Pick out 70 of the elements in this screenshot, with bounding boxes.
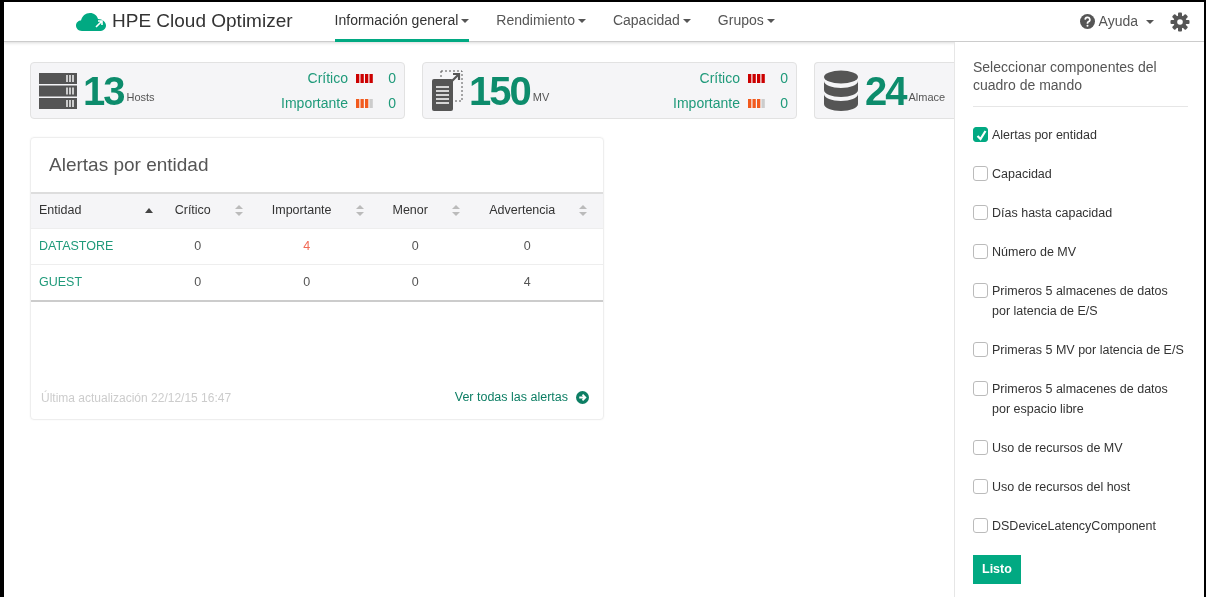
option-label[interactable]: Uso de recursos del host xyxy=(992,477,1131,498)
nav-menu[interactable]: Información general xyxy=(334,1,470,42)
count-label: MV xyxy=(532,89,550,105)
count-label: Hosts xyxy=(126,89,155,105)
column-header[interactable]: Entidad xyxy=(39,201,82,221)
checkbox[interactable] xyxy=(973,342,988,358)
table-cell: 0 xyxy=(161,228,257,265)
severity-count: 0 xyxy=(779,68,788,88)
option-label[interactable]: Número de MV xyxy=(992,242,1077,263)
checkbox[interactable] xyxy=(973,205,988,221)
table-cell: 0 xyxy=(378,264,474,301)
checkbox[interactable] xyxy=(973,479,988,495)
cloud-logo-icon xyxy=(76,12,106,31)
nav-menu[interactable]: Capacidad xyxy=(612,1,691,42)
count-value: 150 xyxy=(469,70,530,111)
table-cell: 0 xyxy=(378,228,474,265)
severity-count: 0 xyxy=(779,93,788,113)
table-cell: 0 xyxy=(256,264,379,301)
table-cell: 4 xyxy=(256,228,379,265)
severity-label: Crítico xyxy=(699,68,740,88)
arrow-right-icon xyxy=(576,391,589,405)
nav-menu[interactable]: Grupos xyxy=(717,1,775,42)
option-label[interactable]: Primeros 5 almacenes de datos por espacio libre xyxy=(992,379,1188,420)
severity-bars-icon xyxy=(748,98,766,108)
document-export-icon xyxy=(431,69,463,112)
severity-count: 0 xyxy=(387,68,396,88)
entity-link[interactable]: DATASTORE xyxy=(39,239,114,254)
app-title: HPE Cloud Optimizer xyxy=(112,9,293,34)
sort-icon[interactable] xyxy=(355,205,364,217)
settings-icon[interactable] xyxy=(1170,11,1190,32)
entity-link[interactable]: GUEST xyxy=(39,274,83,289)
option-label[interactable]: DSDeviceLatencyComponent xyxy=(992,516,1156,537)
count-value: 24 xyxy=(865,70,906,111)
table-cell: 0 xyxy=(473,228,603,265)
server-rack-icon xyxy=(39,71,77,110)
checkbox[interactable] xyxy=(973,518,988,534)
sort-ascending-icon[interactable] xyxy=(145,208,153,214)
nav-menu[interactable]: Rendimiento xyxy=(496,1,586,42)
sort-icon[interactable] xyxy=(234,205,243,217)
card-title: Alertas por entidad xyxy=(48,153,210,177)
panel-title: Seleccionar componentes del cuadro de mando xyxy=(973,58,1188,108)
sort-icon[interactable] xyxy=(579,205,588,217)
checkbox[interactable] xyxy=(973,166,988,182)
option-label[interactable]: Días hasta capacidad xyxy=(992,203,1113,224)
checkbox[interactable] xyxy=(973,283,988,299)
database-icon xyxy=(823,69,859,112)
severity-bars-icon xyxy=(356,73,374,83)
option-label[interactable]: Uso de recursos de MV xyxy=(992,438,1123,459)
help-icon xyxy=(1079,14,1095,29)
severity-label: Crítico xyxy=(307,68,348,88)
table-cell: 4 xyxy=(473,264,603,301)
option-label[interactable]: Alertas por entidad xyxy=(992,125,1097,146)
option-label[interactable]: Primeras 5 MV por latencia de E/S xyxy=(992,340,1184,361)
count-value: 13 xyxy=(83,70,124,111)
severity-bars-icon xyxy=(356,98,374,108)
severity-count: 0 xyxy=(387,93,396,113)
option-label[interactable]: Primeros 5 almacenes de datos por latencia de E/S xyxy=(992,281,1188,322)
checkbox[interactable] xyxy=(973,244,988,260)
count-label: Almace xyxy=(908,89,946,105)
option-label[interactable]: Capacidad xyxy=(992,164,1052,185)
severity-label: Importante xyxy=(673,93,740,113)
severity-label: Importante xyxy=(281,93,348,113)
severity-bars-icon xyxy=(748,73,766,83)
sort-icon[interactable] xyxy=(451,205,460,217)
help-menu[interactable]: Ayuda xyxy=(1079,11,1154,32)
checkbox[interactable] xyxy=(973,381,988,397)
checkbox[interactable] xyxy=(973,440,988,456)
view-all-alerts-link[interactable]: Ver todas las alertas xyxy=(454,388,589,407)
table-cell: 0 xyxy=(161,264,257,301)
checkbox[interactable] xyxy=(973,127,988,143)
